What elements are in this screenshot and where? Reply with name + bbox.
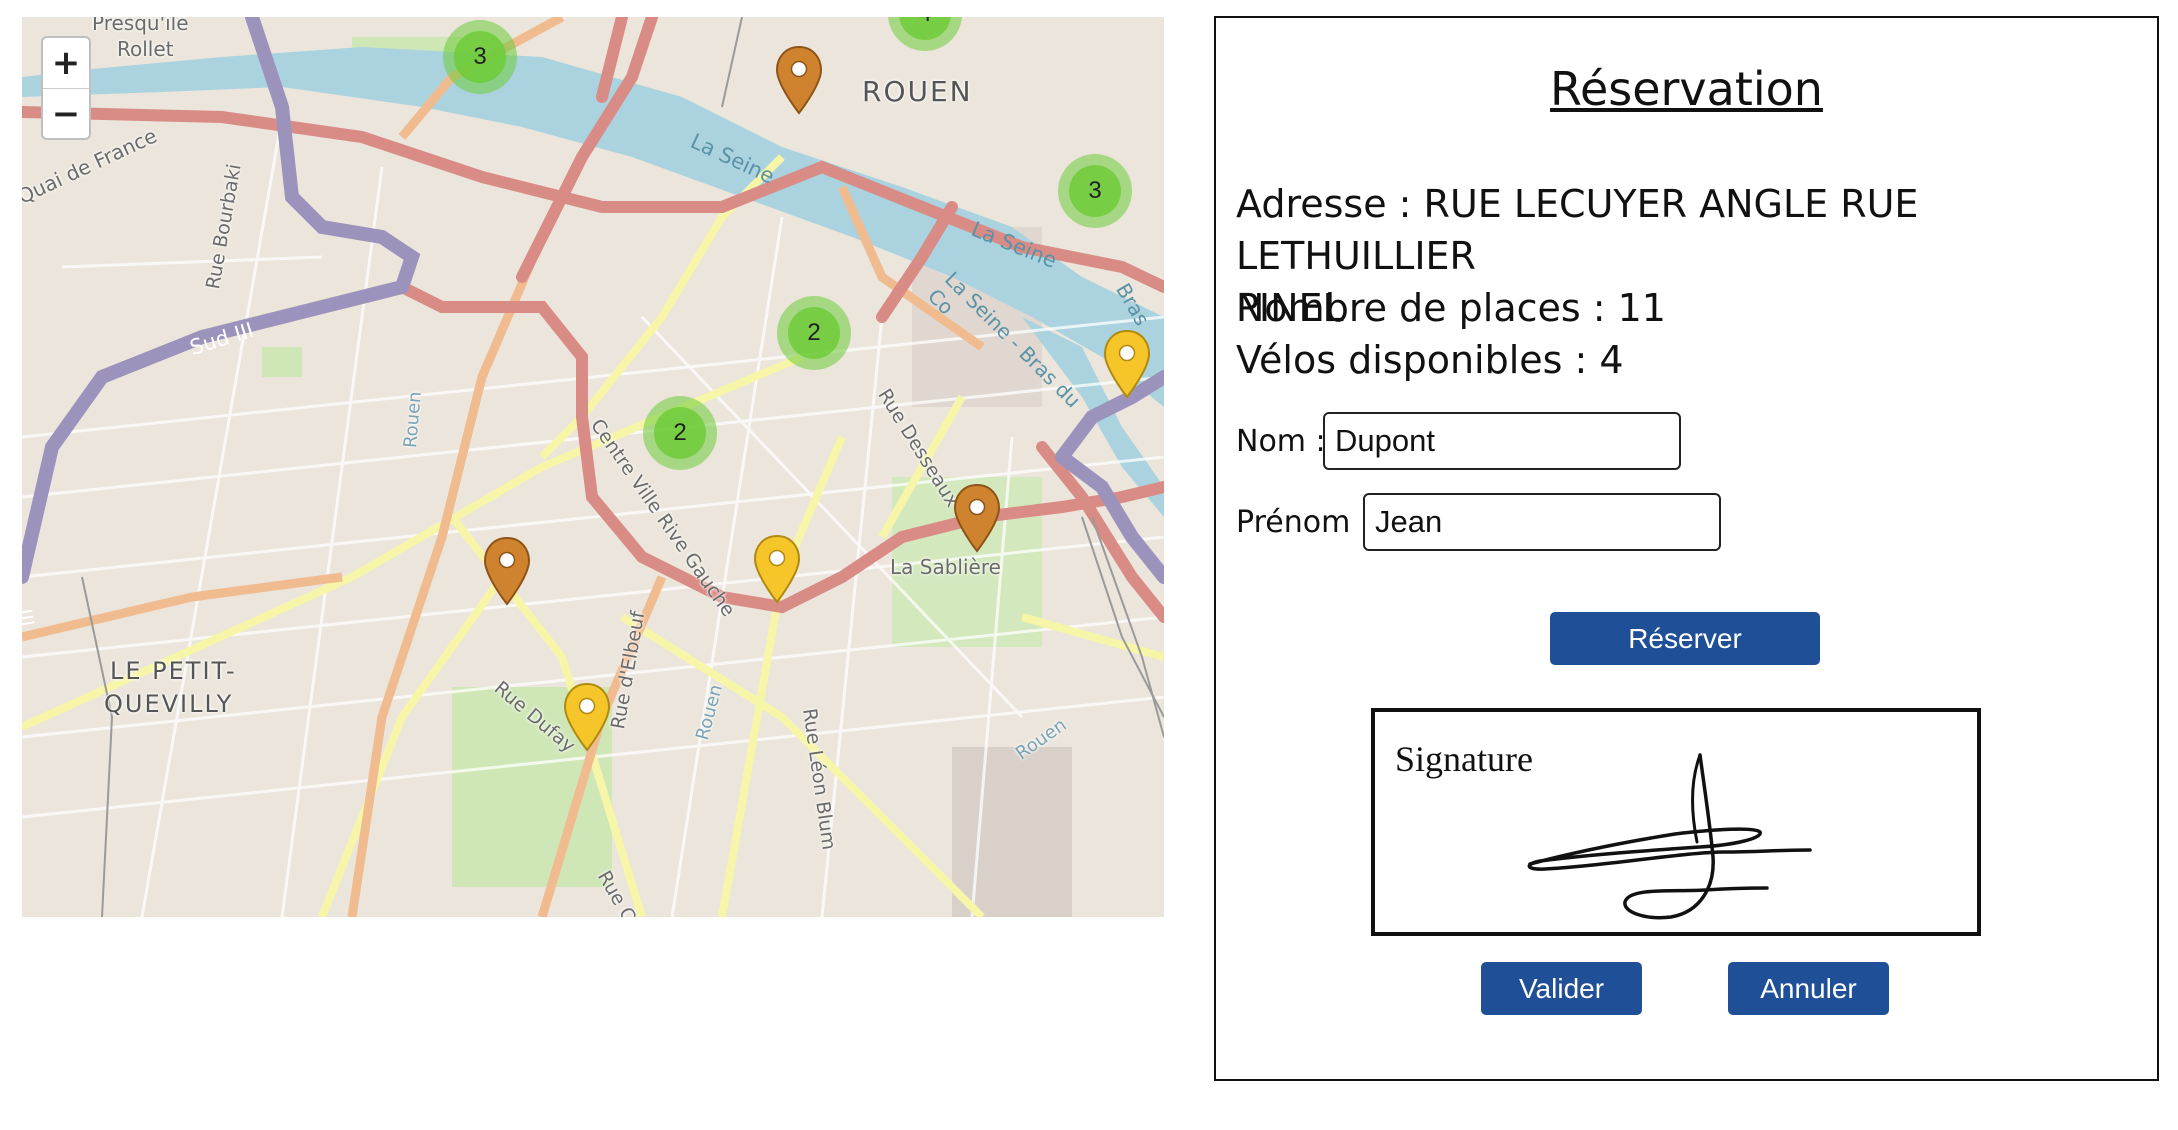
map-marker-icon[interactable] [774,45,824,115]
map-label-quevilly: QUEVILLY [104,690,234,718]
signature-stroke [1527,753,1812,920]
signature-pad[interactable]: Signature [1371,708,1981,936]
marker-cluster[interactable]: 2 [643,396,717,470]
marker-cluster[interactable]: 3 [443,20,517,94]
map-label-le-petit: LE PETIT- [110,657,237,685]
prenom-label: Prénom : [1236,505,1370,540]
zoom-out-button[interactable]: − [43,89,89,138]
map-marker-icon[interactable] [562,682,612,752]
cluster-count: 3 [1069,165,1121,217]
reserve-button[interactable]: Réserver [1550,612,1820,665]
zoom-in-button[interactable]: + [43,38,89,89]
map-tiles [22,17,1164,917]
zoom-control: + − [41,36,91,140]
cluster-count: 3 [454,31,506,83]
map-marker-icon[interactable] [1102,329,1152,399]
reservation-panel: Réservation Adresse : RUE LECUYER ANGLE … [1214,16,2159,1081]
prenom-input[interactable] [1363,493,1721,551]
cluster-count: 2 [654,407,706,459]
validate-button[interactable]: Valider [1481,962,1642,1015]
map-label-la-sabliere: La Sablière [890,555,1001,579]
reservation-title: Réservation [1550,62,1823,116]
bikes-available: Vélos disponibles : 4 [1236,338,1624,382]
nom-label: Nom : [1236,424,1326,459]
map-marker-icon[interactable] [752,534,802,604]
cluster-count: 2 [788,307,840,359]
map-label-presqu-ile: Presqu'île [92,17,189,35]
nom-input[interactable] [1323,412,1681,470]
marker-cluster[interactable]: 2 [777,296,851,370]
map[interactable]: Presqu'île Rollet ROUEN Quai de France R… [22,17,1164,917]
places-count: Nombre de places : 11 [1236,286,1666,330]
cancel-button[interactable]: Annuler [1728,962,1889,1015]
map-label-rollet: Rollet [117,37,174,61]
address-line-1: Adresse : RUE LECUYER ANGLE RUE LETHUILL… [1236,182,1919,278]
map-label-rouen: ROUEN [862,75,973,108]
cluster-count: 4 [899,17,951,40]
map-marker-icon[interactable] [482,536,532,606]
map-marker-icon[interactable] [952,483,1002,553]
marker-cluster[interactable]: 3 [1058,154,1132,228]
